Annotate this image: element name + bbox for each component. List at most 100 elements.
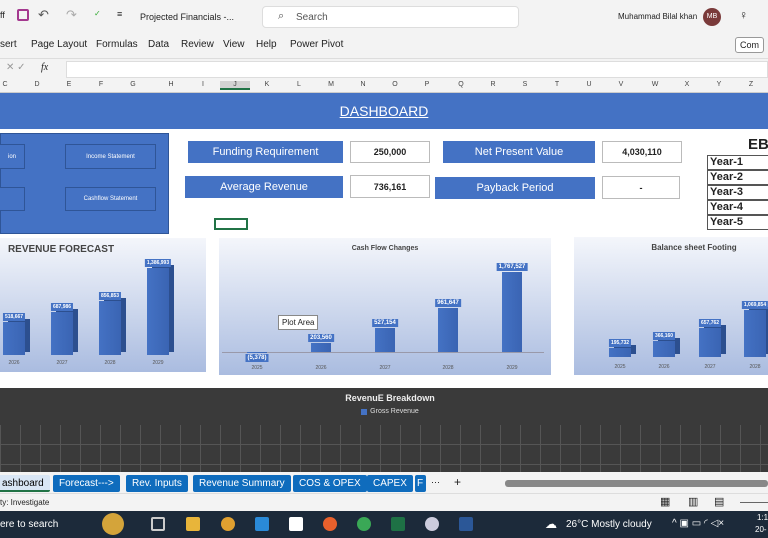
bar[interactable]: [609, 348, 631, 357]
tab-insert[interactable]: sert: [0, 39, 17, 50]
sheet-tab-forecast[interactable]: Forecast--->: [53, 475, 120, 492]
fx-button[interactable]: fx: [41, 62, 48, 73]
column-header[interactable]: N: [348, 81, 378, 88]
column-header[interactable]: I: [188, 81, 218, 88]
tab-data[interactable]: Data: [148, 39, 169, 50]
bar[interactable]: [147, 268, 169, 355]
file-name[interactable]: Projected Financials -...: [140, 12, 234, 22]
sheet-tab-revenue-summary[interactable]: Revenue Summary: [193, 475, 291, 492]
column-header[interactable]: D: [22, 81, 52, 88]
bar[interactable]: [375, 328, 395, 352]
sheet-tab-cos-opex[interactable]: COS & OPEX: [293, 475, 367, 492]
bar[interactable]: [653, 340, 675, 357]
column-header[interactable]: O: [380, 81, 410, 88]
comments-button[interactable]: Com: [735, 37, 765, 53]
mail-icon[interactable]: [255, 517, 269, 531]
formula-input[interactable]: [66, 61, 768, 78]
firefox-icon[interactable]: [323, 517, 337, 531]
file-explorer-icon[interactable]: [186, 517, 200, 531]
lightbulb-icon[interactable]: ♀: [739, 8, 748, 22]
column-header[interactable]: X: [672, 81, 702, 88]
normal-view-icon[interactable]: ▦: [660, 495, 670, 508]
bar[interactable]: [3, 322, 25, 355]
app-icon[interactable]: [221, 517, 235, 531]
cancel-icon[interactable]: ✕ ✓: [6, 62, 26, 73]
bar[interactable]: [744, 310, 766, 357]
autosave-toggle[interactable]: ff: [0, 10, 5, 20]
nav-button-cashflow-statement[interactable]: Cashflow Statement: [65, 187, 156, 211]
page-layout-view-icon[interactable]: ▥: [688, 495, 698, 508]
nav-button-income-statement[interactable]: Income Statement: [65, 144, 156, 169]
sheet-tab-dashboard[interactable]: ashboard: [0, 475, 50, 492]
column-header[interactable]: Y: [704, 81, 734, 88]
column-header[interactable]: M: [316, 81, 346, 88]
bar[interactable]: [438, 308, 458, 352]
tray-icons[interactable]: ^ ▣ ▭ ◜ ◁×: [672, 518, 724, 529]
tab-formulas[interactable]: Formulas: [96, 39, 138, 50]
column-header[interactable]: L: [284, 81, 314, 88]
bar[interactable]: [99, 301, 121, 355]
column-header[interactable]: Q: [446, 81, 476, 88]
tab-view[interactable]: View: [223, 39, 245, 50]
store-icon[interactable]: [289, 517, 303, 531]
column-header[interactable]: K: [252, 81, 282, 88]
chrome-icon[interactable]: [357, 517, 371, 531]
tab-page-layout[interactable]: Page Layout: [31, 39, 87, 50]
nav-button-assumption[interactable]: ion: [0, 144, 25, 169]
column-header[interactable]: F: [86, 81, 116, 88]
task-view-icon[interactable]: [151, 517, 165, 531]
redo-icon[interactable]: ↷: [66, 7, 77, 23]
column-header[interactable]: G: [118, 81, 148, 88]
column-header[interactable]: J: [220, 81, 250, 90]
nav-button-balance-sheet[interactable]: [0, 187, 25, 211]
column-header[interactable]: S: [510, 81, 540, 88]
column-header[interactable]: V: [606, 81, 636, 88]
balance-sheet-chart[interactable]: Balance sheet Footing 195,732 2025 366,160…: [574, 237, 768, 375]
search-highlight-icon[interactable]: [102, 513, 124, 535]
selected-cell[interactable]: [214, 218, 248, 230]
column-header[interactable]: U: [574, 81, 604, 88]
spelling-icon[interactable]: ✓: [94, 9, 101, 18]
snipping-tool-icon[interactable]: [425, 517, 439, 531]
column-header[interactable]: T: [542, 81, 572, 88]
bar[interactable]: [247, 352, 267, 353]
column-header[interactable]: W: [640, 81, 670, 88]
column-header[interactable]: C: [0, 81, 20, 88]
clock-date[interactable]: 20-: [755, 525, 767, 534]
more-sheets-icon[interactable]: ⋯: [431, 477, 440, 488]
column-header[interactable]: E: [54, 81, 84, 88]
column-header[interactable]: R: [478, 81, 508, 88]
bar[interactable]: [502, 272, 522, 352]
cash-flow-chart[interactable]: Cash Flow Changes Plot Area (5,378) 2025 2…: [219, 238, 551, 375]
column-header[interactable]: H: [156, 81, 186, 88]
horizontal-scrollbar[interactable]: [505, 480, 768, 487]
taskbar-search[interactable]: ere to search: [0, 519, 58, 530]
bar[interactable]: [699, 328, 721, 357]
sheet-tab-capex[interactable]: CAPEX: [367, 475, 413, 492]
column-header[interactable]: P: [412, 81, 442, 88]
avatar[interactable]: MB: [703, 8, 721, 26]
clock-time[interactable]: 1:1: [757, 513, 768, 522]
zoom-slider[interactable]: [740, 502, 768, 503]
search-box[interactable]: ⌕ Search: [262, 6, 519, 28]
word-icon[interactable]: [459, 517, 473, 531]
save-icon[interactable]: [17, 9, 29, 21]
sheet-tab-rev-inputs[interactable]: Rev. Inputs: [126, 475, 188, 492]
customize-qat-icon[interactable]: ≡: [117, 9, 122, 19]
accessibility-status[interactable]: ty: Investigate: [0, 498, 49, 507]
undo-icon[interactable]: ↶: [38, 7, 49, 23]
excel-icon[interactable]: [391, 517, 405, 531]
revenue-forecast-chart[interactable]: REVENUE FORECAST 518,667 2026 687,986 2027 8…: [0, 238, 206, 372]
column-header[interactable]: Z: [736, 81, 766, 88]
sheet-tab-more[interactable]: F: [415, 475, 426, 492]
tab-help[interactable]: Help: [256, 39, 277, 50]
tab-power-pivot[interactable]: Power Pivot: [290, 39, 343, 50]
page-break-view-icon[interactable]: ▤: [714, 495, 724, 508]
tab-review[interactable]: Review: [181, 39, 214, 50]
x-tick-label: 2026: [315, 365, 327, 371]
bar[interactable]: [51, 311, 73, 355]
revenue-breakdown-chart[interactable]: RevenuE Breakdown Gross Revenue: [0, 388, 768, 472]
weather-text[interactable]: 26°C Mostly cloudy: [566, 519, 652, 530]
bar[interactable]: [311, 342, 331, 352]
add-sheet-icon[interactable]: +: [454, 475, 461, 489]
